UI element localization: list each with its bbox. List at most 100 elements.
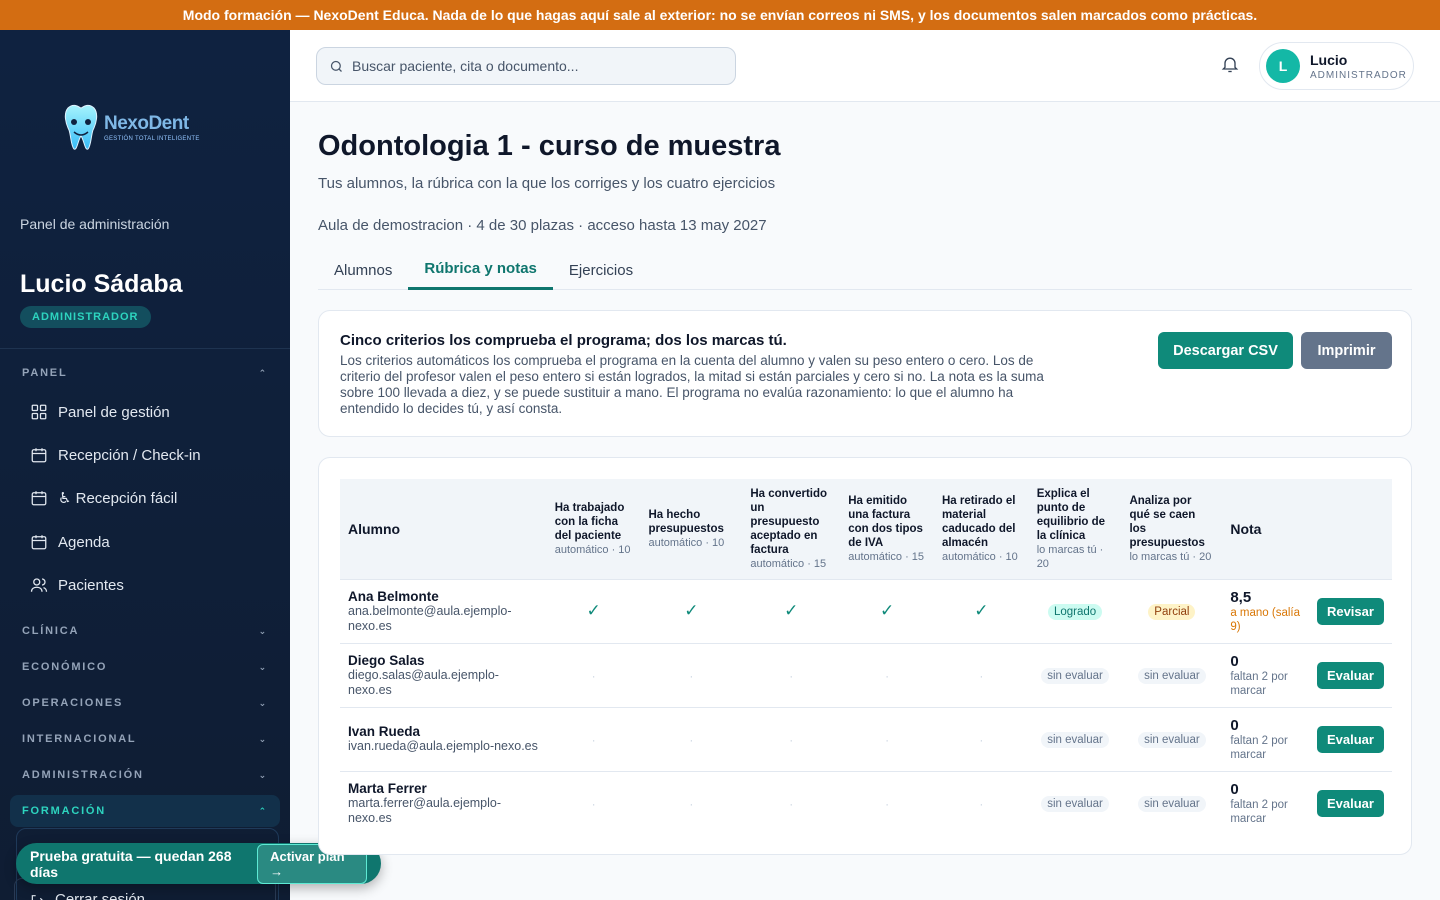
review-button[interactable]: Revisar: [1316, 597, 1384, 625]
training-mode-banner: Modo formación — NexoDent Educa. Nada de…: [0, 0, 1440, 30]
criterion-label: Explica el punto de equilibrio de la clí…: [1036, 487, 1106, 542]
criterion-header: Ha convertido un presupuesto aceptado en…: [742, 479, 840, 579]
criterion-weight: lo marcas tú · 20: [1036, 543, 1104, 570]
criterion-header: Ha retirado el material caducado del alm…: [934, 479, 1029, 579]
sidebar-item-label: Pacientes: [58, 576, 124, 594]
chevron-down-icon: ⌄: [258, 769, 268, 780]
download-csv-button[interactable]: Descargar CSV: [1158, 332, 1293, 369]
chevron-down-icon: ⌄: [258, 733, 268, 744]
criterion-header: Ha trabajado con la ficha del paciente au…: [547, 479, 641, 579]
rubric-info-text: Los criterios automáticos los comprueba …: [340, 353, 1044, 416]
logo-tagline: GESTIÓN TOTAL INTELIGENTE: [104, 135, 200, 142]
criterion-label: Ha emitido una factura con dos tipos de …: [848, 494, 923, 549]
student-column-header: Alumno: [348, 520, 401, 537]
sidebar-item-recepcion[interactable]: Recepción / Check-in: [20, 437, 270, 473]
grade-value: 0: [1230, 716, 1239, 734]
student-email: marta.ferrer@aula.ejemplo-nexo.es: [348, 795, 502, 825]
criterion-weight: lo marcas tú · 20: [1129, 550, 1212, 563]
tooth-logo-icon: [64, 104, 98, 150]
tab-rubrica[interactable]: Rúbrica y notas: [408, 250, 553, 290]
criterion-header: Analiza por qué se caen los presupuestos…: [1121, 479, 1222, 579]
sidebar-item-pacientes[interactable]: Pacientes: [20, 567, 270, 603]
status-badge: sin evaluar: [1138, 731, 1206, 748]
evaluate-button[interactable]: Evaluar: [1316, 661, 1384, 689]
tab-ejercicios[interactable]: Ejercicios: [553, 250, 649, 290]
status-badge: Logrado: [1047, 603, 1103, 620]
notifications-button[interactable]: [1220, 54, 1242, 76]
table-row: Ana Belmonte ana.belmonte@aula.ejemplo-ne…: [340, 578, 1392, 643]
evaluate-button[interactable]: Evaluar: [1316, 725, 1384, 753]
check-icon: ✓: [586, 601, 601, 620]
nav-group-panel[interactable]: PANEL ⌃: [10, 357, 280, 389]
empty-marker: ·: [591, 796, 596, 811]
sidebar-item-panel-gestion[interactable]: Panel de gestión: [20, 394, 270, 430]
search-box[interactable]: [316, 47, 736, 85]
criterion-weight: automático · 10: [648, 536, 725, 549]
nav-group-operaciones[interactable]: OPERACIONES ⌄: [10, 687, 280, 719]
table-row: Marta Ferrer marta.ferrer@aula.ejemplo-ne…: [340, 770, 1392, 835]
criterion-weight: automático · 10: [941, 550, 1018, 563]
actions-column-header: [1309, 479, 1392, 579]
nav-group-label: FORMACIÓN: [22, 805, 107, 817]
sidebar-divider: [0, 348, 290, 349]
nav-group-clinica[interactable]: CLÍNICA ⌄: [10, 615, 280, 647]
evaluate-button[interactable]: Evaluar: [1316, 789, 1384, 817]
empty-marker: ·: [885, 668, 890, 683]
status-badge: sin evaluar: [1138, 795, 1206, 812]
search-input[interactable]: [352, 58, 722, 74]
criterion-header: Explica el punto de equilibrio de la clí…: [1029, 479, 1122, 579]
criterion-weight: automático · 15: [848, 550, 925, 563]
student-email: ana.belmonte@aula.ejemplo-nexo.es: [348, 603, 512, 633]
empty-marker: ·: [979, 732, 984, 747]
student-name: Ivan Rueda: [348, 724, 421, 739]
chevron-down-icon: ⌄: [258, 697, 268, 708]
nav-group-internacional[interactable]: INTERNACIONAL ⌄: [10, 723, 280, 755]
status-badge: sin evaluar: [1041, 731, 1109, 748]
calendar-icon: [31, 491, 47, 506]
sidebar: NexoDent GESTIÓN TOTAL INTELIGENTE Panel…: [0, 30, 290, 900]
sidebar-item-recepcion-facil[interactable]: ♿ Recepción fácil: [20, 480, 270, 516]
student-name: Ana Belmonte: [348, 588, 439, 604]
table-row: Ivan Rueda ivan.rueda@aula.ejemplo-nexo.e…: [340, 706, 1392, 771]
bell-icon: [1221, 57, 1239, 73]
student-email: ivan.rueda@aula.ejemplo-nexo.es: [348, 739, 538, 753]
print-button[interactable]: Imprimir: [1301, 332, 1392, 369]
calendar-icon: [31, 535, 47, 550]
status-badge: sin evaluar: [1041, 795, 1109, 812]
check-icon: ✓: [879, 601, 895, 620]
sidebar-item-agenda[interactable]: Agenda: [20, 524, 270, 560]
user-menu-name: Lucio: [1310, 51, 1348, 68]
course-meta: Aula de demostracion · 4 de 30 plazas · …: [318, 217, 767, 234]
empty-marker: ·: [689, 732, 694, 747]
nexodent-logo[interactable]: NexoDent GESTIÓN TOTAL INTELIGENTE: [62, 102, 200, 152]
tab-alumnos[interactable]: Alumnos: [318, 250, 408, 290]
criterion-label: Ha convertido un presupuesto aceptado en…: [750, 487, 828, 556]
empty-marker: ·: [979, 796, 984, 811]
nav-group-economico[interactable]: ECONÓMICO ⌄: [10, 651, 280, 683]
user-menu[interactable]: L Lucio ADMINISTRADOR: [1259, 42, 1414, 90]
student-name: Marta Ferrer: [348, 780, 427, 796]
grade-override-note: a mano (salía 9): [1230, 606, 1301, 633]
status-badge: sin evaluar: [1138, 667, 1206, 684]
grade-missing-note: faltan 2 por marcar: [1230, 798, 1288, 825]
grade-missing-note: faltan 2 por marcar: [1230, 734, 1288, 761]
role-badge: ADMINISTRADOR: [20, 306, 151, 328]
grades-table: Alumno Ha trabajado con la ficha del pac…: [340, 479, 1392, 835]
search-icon: [330, 60, 342, 72]
avatar: L: [1266, 49, 1300, 83]
criterion-label: Ha trabajado con la ficha del paciente: [554, 501, 625, 542]
page-subtitle: Tus alumnos, la rúbrica con la que los c…: [318, 175, 776, 192]
course-tabs: Alumnos Rúbrica y notas Ejercicios: [318, 250, 1412, 290]
logout-label: Cerrar sesión: [55, 891, 146, 900]
nav-group-label: ADMINISTRACIÓN: [22, 769, 144, 781]
grade-missing-note: faltan 2 por marcar: [1230, 670, 1288, 697]
user-menu-role: ADMINISTRADOR: [1310, 69, 1407, 81]
nav-group-administracion[interactable]: ADMINISTRACIÓN ⌄: [10, 759, 280, 791]
nav-group-label: PANEL: [22, 367, 68, 379]
empty-marker: ·: [789, 732, 794, 747]
nav-group-label: OPERACIONES: [22, 697, 124, 709]
empty-marker: ·: [591, 732, 596, 747]
criterion-header: Ha hecho presupuestos automático · 10: [640, 479, 742, 579]
empty-marker: ·: [689, 668, 694, 683]
nav-group-formacion[interactable]: FORMACIÓN ⌃: [10, 795, 280, 827]
